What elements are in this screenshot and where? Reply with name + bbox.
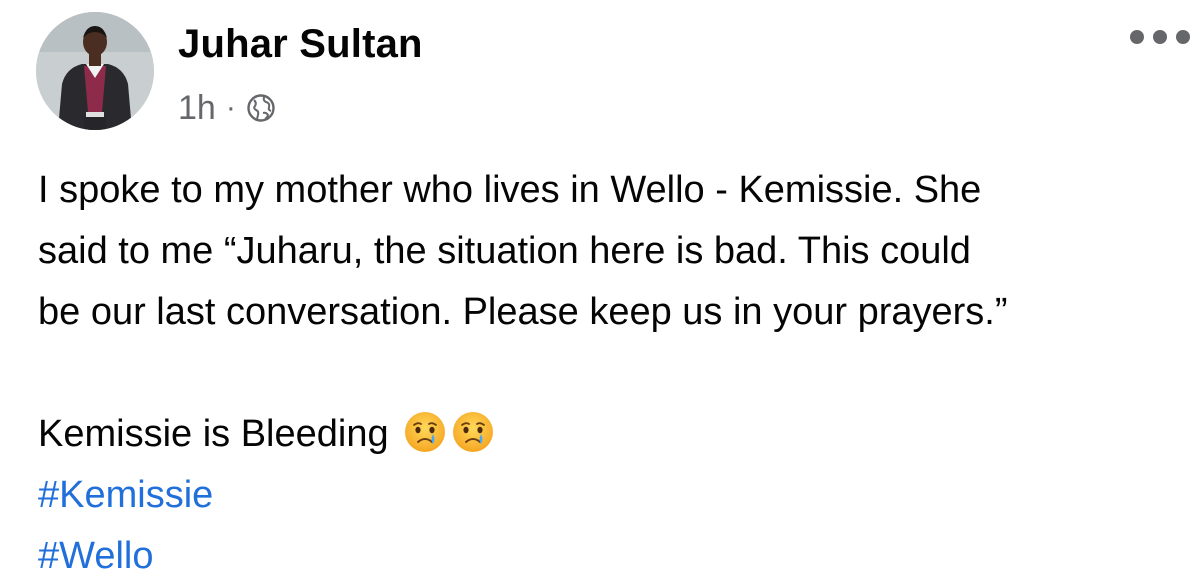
post-text-line: be our last conversation. Please keep us… [38, 291, 1008, 333]
more-options-icon[interactable] [1130, 22, 1190, 52]
globe-icon[interactable] [246, 93, 276, 123]
more-dot [1130, 30, 1144, 44]
crying-face-emoji [453, 412, 494, 452]
hashtag-kemissie-line: #Kemissie [38, 465, 1188, 526]
closing-text: Kemissie is Bleeding [38, 413, 389, 455]
hashtag-wello[interactable]: #Wello [38, 535, 153, 577]
post-text-line: I spoke to my mother who lives in Wello … [38, 169, 982, 211]
post-timestamp[interactable]: 1h [178, 89, 216, 128]
author-avatar[interactable] [36, 12, 154, 130]
closing-line: Kemissie is Bleeding [38, 404, 1188, 465]
post-body: I spoke to my mother who lives in Wello … [38, 160, 1188, 587]
crying-face-emoji [405, 412, 446, 452]
post-text-line: said to me “Juharu, the situation here i… [38, 230, 971, 272]
paragraph-break [38, 343, 1188, 404]
emoji-group [399, 412, 495, 455]
facebook-post: Juhar Sultan 1h · I spoke to my mother w… [0, 0, 1200, 580]
hashtag-kemissie[interactable]: #Kemissie [38, 474, 213, 516]
author-name[interactable]: Juhar Sultan [178, 22, 423, 67]
more-dot [1153, 30, 1167, 44]
more-dot [1176, 30, 1190, 44]
hashtag-wello-line: #Wello [38, 526, 1188, 587]
post-meta: 1h · [178, 86, 276, 130]
meta-separator: · [225, 91, 236, 124]
profile-photo [36, 12, 154, 130]
